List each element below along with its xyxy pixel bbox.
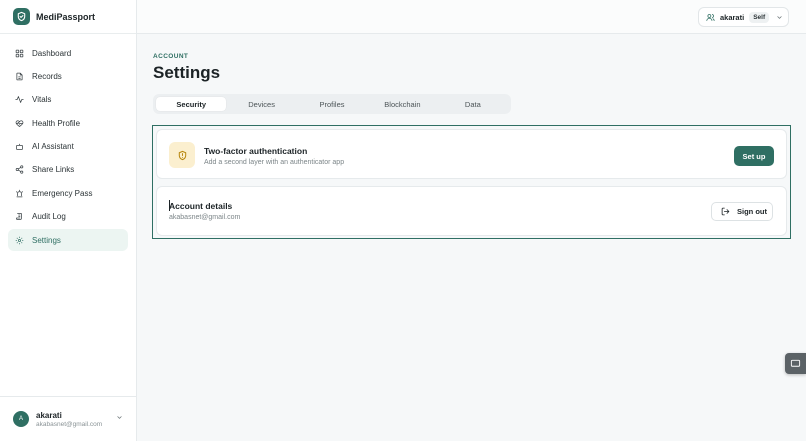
brand[interactable]: MediPassport (0, 0, 136, 34)
siren-icon (16, 189, 23, 198)
sidebar-item-label: Emergency Pass (32, 188, 93, 198)
setup-button[interactable]: Set up (734, 146, 774, 166)
sidebar-item-label: Records (32, 71, 62, 81)
two-factor-card: Two-factor authentication Add a second l… (156, 129, 787, 179)
security-panel: Two-factor authentication Add a second l… (152, 125, 791, 239)
account-details-card: Account details akabasnet@gmail.com Sign… (156, 186, 787, 236)
sidebar-item-emergency-pass[interactable]: Emergency Pass (8, 182, 128, 204)
chat-icon (790, 359, 801, 367)
user-email: akabasnet@gmail.com (36, 420, 103, 428)
avatar: A (13, 411, 29, 427)
share-icon (15, 165, 24, 175)
tab-devices[interactable]: Devices (226, 97, 296, 111)
page-title: Settings (153, 63, 221, 82)
two-factor-subtitle: Add a second layer with an authenticator… (204, 159, 345, 166)
file-icon (16, 72, 23, 81)
tab-data[interactable]: Data (438, 97, 508, 111)
shield-alert-icon (169, 142, 195, 168)
sidebar: MediPassport Dashboard Records Vitals He… (0, 0, 137, 441)
sidebar-nav: Dashboard Records Vitals Health Profile … (0, 42, 136, 252)
account-details-title: Account details (169, 201, 233, 211)
sidebar-item-label: AI Assistant (32, 142, 74, 152)
user-name: akarati (36, 410, 62, 420)
sidebar-item-label: Audit Log (32, 212, 66, 222)
tab-blockchain[interactable]: Blockchain (367, 97, 437, 111)
chevron-down-icon (117, 416, 122, 419)
grid-icon (15, 49, 24, 57)
tab-security[interactable]: Security (156, 97, 227, 111)
sidebar-item-share-links[interactable]: Share Links (8, 159, 128, 181)
feedback-widget-button[interactable] (785, 353, 806, 374)
sign-out-label: Sign out (737, 207, 767, 216)
sidebar-item-label: Settings (32, 235, 61, 245)
heart-icon (15, 120, 24, 127)
chevron-down-icon (777, 15, 782, 19)
activity-icon (15, 96, 24, 104)
account-email: akabasnet@gmail.com (169, 214, 241, 221)
sidebar-item-records[interactable]: Records (8, 65, 128, 87)
topbar: akarati Self (137, 0, 806, 34)
tab-profiles[interactable]: Profiles (297, 97, 367, 111)
logout-icon (721, 207, 730, 216)
profile-name: akarati (720, 12, 745, 22)
app-name: MediPassport (36, 11, 96, 22)
shield-logo-icon (13, 8, 30, 25)
profile-switcher[interactable]: akarati Self (698, 7, 789, 27)
users-icon (706, 13, 715, 21)
sign-out-button[interactable]: Sign out (711, 202, 773, 221)
sidebar-item-label: Health Profile (32, 118, 81, 128)
settings-tabs: Security Devices Profiles Blockchain Dat… (153, 94, 511, 114)
sidebar-item-audit-log[interactable]: Audit Log (8, 206, 128, 228)
sidebar-item-label: Share Links (32, 165, 75, 175)
section-eyebrow: ACCOUNT (153, 53, 189, 60)
sidebar-item-vitals[interactable]: Vitals (8, 89, 128, 111)
sidebar-item-health-profile[interactable]: Health Profile (8, 112, 128, 134)
sidebar-item-ai-assistant[interactable]: AI Assistant (8, 136, 128, 158)
scroll-icon (16, 213, 22, 221)
sidebar-item-settings[interactable]: Settings (8, 229, 128, 252)
sidebar-item-dashboard[interactable]: Dashboard (8, 42, 128, 64)
bot-icon (16, 143, 23, 150)
two-factor-title: Two-factor authentication (204, 146, 308, 156)
profile-badge: Self (749, 11, 770, 23)
gear-icon (15, 236, 24, 244)
sidebar-item-label: Vitals (32, 95, 52, 105)
sidebar-item-label: Dashboard (32, 48, 72, 58)
user-menu[interactable]: A akarati akabasnet@gmail.com (0, 396, 136, 441)
